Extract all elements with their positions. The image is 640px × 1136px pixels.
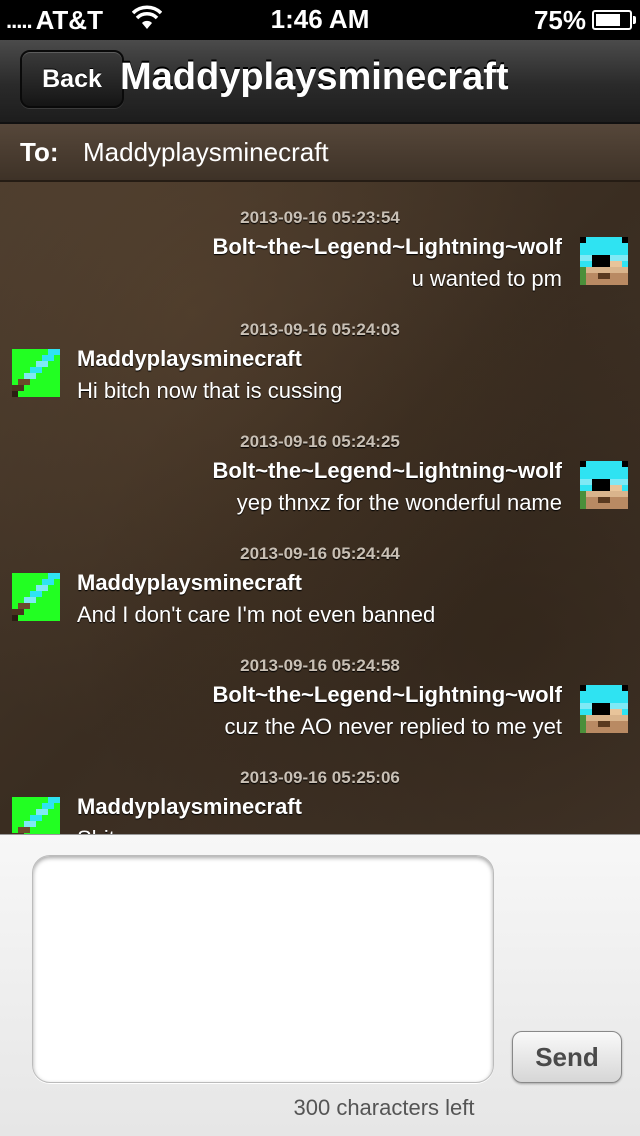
message-text: And I don't care I'm not even banned — [77, 602, 436, 627]
message-timestamp: 2013-09-16 05:24:44 — [240, 544, 400, 563]
message-timestamp: 2013-09-16 05:24:25 — [240, 432, 400, 451]
wolf-avatar-icon[interactable] — [580, 237, 628, 285]
compose-area: Send 300 characters left — [0, 834, 640, 1136]
page-title: Maddyplaysminecraft — [120, 56, 509, 98]
message-item: 2013-09-16 05:24:25 Bolt~the~Legend~Light… — [0, 406, 640, 518]
battery-fill — [596, 14, 620, 26]
message-item: 2013-09-16 05:23:54 Bolt~the~Legend~Light… — [0, 182, 640, 294]
battery-percent: 75% — [533, 5, 586, 35]
message-sender[interactable]: Bolt~the~Legend~Lightning~wolf — [212, 682, 562, 708]
characters-left-counter: 300 characters left — [293, 1095, 475, 1120]
sword-avatar-icon[interactable] — [12, 797, 60, 834]
message-timestamp: 2013-09-16 05:24:03 — [240, 320, 400, 339]
send-button[interactable]: Send — [512, 1031, 622, 1083]
status-bar: ..... AT&T 1:46 AM 75% — [0, 0, 640, 40]
message-text: cuz the AO never replied to me yet — [224, 714, 562, 739]
message-timestamp: 2013-09-16 05:24:58 — [240, 656, 400, 675]
message-sender[interactable]: Maddyplaysminecraft — [77, 570, 302, 596]
navigation-bar: Back Maddyplaysminecraft — [0, 40, 640, 124]
message-item: 2013-09-16 05:24:44 Maddyplaysminecraft An… — [0, 518, 640, 630]
message-thread[interactable]: 2013-09-16 05:23:54 Bolt~the~Legend~Light… — [0, 182, 640, 834]
message-text: Hi bitch now that is cussing — [77, 378, 343, 403]
message-item: 2013-09-16 05:25:06 Maddyplaysminecraft Sh… — [0, 742, 640, 834]
message-item: 2013-09-16 05:24:58 Bolt~the~Legend~Light… — [0, 630, 640, 742]
back-button[interactable]: Back — [20, 50, 124, 108]
message-text: u wanted to pm — [411, 266, 562, 291]
wolf-avatar-icon[interactable] — [580, 461, 628, 509]
message-sender[interactable]: Maddyplaysminecraft — [77, 346, 302, 372]
battery-icon — [592, 10, 636, 30]
recipient-bar: To: Maddyplaysminecraft — [0, 124, 640, 182]
message-timestamp: 2013-09-16 05:25:06 — [240, 768, 400, 787]
message-sender[interactable]: Bolt~the~Legend~Lightning~wolf — [212, 458, 562, 484]
message-text: yep thnxz for the wonderful name — [236, 490, 562, 515]
message-item: 2013-09-16 05:24:03 Maddyplaysminecraft Hi… — [0, 294, 640, 406]
message-sender[interactable]: Bolt~the~Legend~Lightning~wolf — [212, 234, 562, 260]
recipient-label: To: — [20, 137, 59, 167]
message-input[interactable] — [32, 855, 494, 1083]
sword-avatar-icon[interactable] — [12, 349, 60, 397]
wolf-avatar-icon[interactable] — [580, 685, 628, 733]
message-text: Shit you son — [77, 826, 198, 834]
sword-avatar-icon[interactable] — [12, 573, 60, 621]
recipient-name: Maddyplaysminecraft — [83, 137, 329, 167]
message-sender[interactable]: Maddyplaysminecraft — [77, 794, 302, 820]
message-timestamp: 2013-09-16 05:23:54 — [240, 208, 400, 227]
